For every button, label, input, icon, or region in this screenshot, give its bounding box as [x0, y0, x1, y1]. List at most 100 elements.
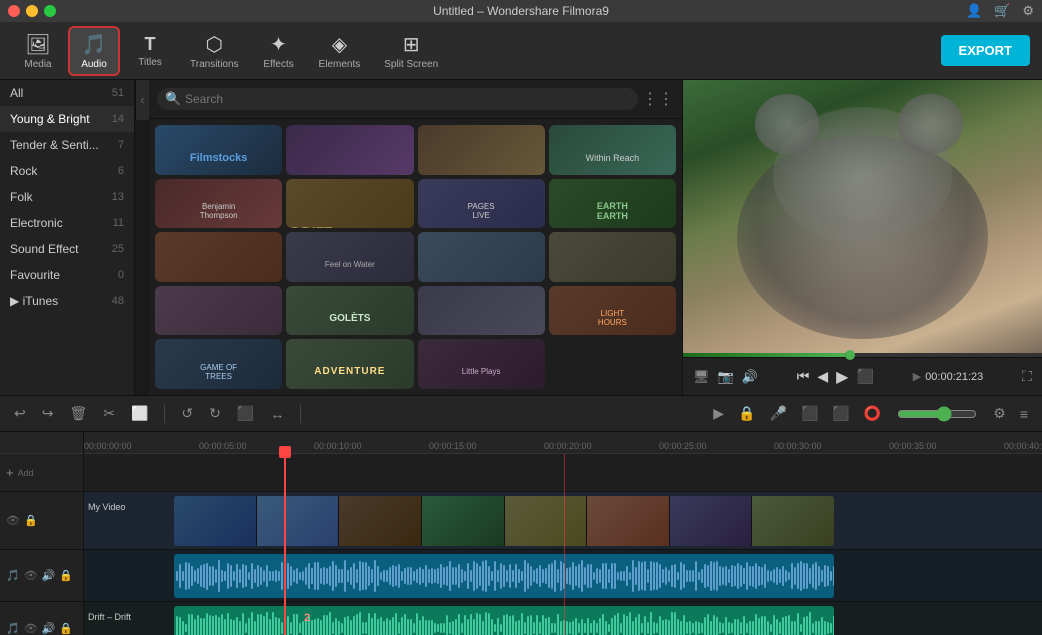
audio-card-filmstocks[interactable]: Filmstocks More Effects — [155, 125, 282, 175]
toolbar-item-effects[interactable]: ✦ Effects — [253, 28, 305, 74]
settings-timeline-button[interactable]: ⚙ — [989, 403, 1010, 424]
preview-progress-handle[interactable] — [845, 350, 855, 360]
volume-track2-icon[interactable]: 🔊 — [42, 622, 56, 635]
sidebar-collapse-button[interactable]: ‹ — [135, 80, 149, 120]
audio-track-2-content: 2 — [174, 606, 834, 635]
audio-card-garret1[interactable]: Garret...nfinite — [549, 232, 676, 282]
sidebar-item-itunes[interactable]: ▶ iTunes 48 — [0, 288, 134, 314]
zoom-slider[interactable] — [897, 406, 977, 422]
add-track-area[interactable]: + Add — [0, 454, 83, 492]
rotate-right-button[interactable]: ↻ — [205, 403, 225, 424]
drift-track-label: Drift – Drift — [84, 610, 135, 624]
sidebar-item-tender[interactable]: Tender & Senti... 7 — [0, 132, 134, 158]
close-button[interactable] — [8, 5, 20, 17]
lock-audio-icon[interactable]: 🔒 — [59, 569, 73, 582]
settings-icon[interactable]: ⚙ — [1022, 3, 1034, 19]
toolbar-item-transitions[interactable]: ⬡ Transitions — [180, 28, 249, 74]
audio-thumb-alway — [418, 125, 545, 175]
speed-button[interactable]: ↔ — [266, 404, 288, 424]
rotate-left-button[interactable]: ↺ — [177, 403, 197, 424]
audio-thumb-lady — [418, 286, 545, 336]
window-title: Untitled – Wondershare Filmora9 — [433, 4, 609, 18]
eye-icon[interactable]: 👁 — [6, 514, 20, 527]
skip-back-button[interactable]: ⏮ — [797, 368, 810, 385]
eye-audio2-icon[interactable]: 👁 — [24, 622, 38, 635]
sidebar-item-sound-effect[interactable]: Sound Effect 25 — [0, 236, 134, 262]
grid-options-icon[interactable]: ⋮⋮ — [642, 89, 674, 109]
export-button[interactable]: EXPORT — [941, 35, 1030, 66]
volume-icon[interactable]: 🔊 — [742, 369, 758, 385]
preview-progress-bar[interactable] — [683, 353, 1042, 357]
audio-thumb-feet: Feel on Water — [286, 232, 413, 282]
toolbar-item-elements[interactable]: ◈ Elements — [309, 28, 371, 74]
loop-button[interactable]: ⭕ — [860, 403, 885, 424]
toolbar-item-titles[interactable]: T Titles — [124, 30, 176, 72]
audio-card-row4b[interactable]: GAME OFTREES — [155, 339, 282, 389]
detach-button[interactable]: ⬛ — [828, 403, 853, 424]
screen-icon[interactable]: 🖥 — [693, 369, 710, 385]
preview-video-area — [683, 80, 1042, 353]
timeline-right-tools: ▶ 🔒 🎤 ⬛ ⬛ ⭕ ⚙ ≡ — [709, 403, 1032, 424]
video-track-content[interactable] — [174, 496, 834, 546]
step-back-button[interactable]: ◀ — [817, 368, 828, 385]
toolbar-item-audio[interactable]: 🎵 Audio — [68, 26, 120, 76]
audio-card-row4d[interactable]: Little Plays — [418, 339, 545, 389]
crop-button[interactable]: ⬜ — [127, 403, 152, 424]
sidebar-item-young-bright[interactable]: Young & Bright 14 — [0, 106, 134, 132]
audio-card-drift1[interactable]: DRIFT Drift – D — [286, 179, 413, 229]
maximize-button[interactable] — [44, 5, 56, 17]
delete-button[interactable]: 🗑 — [65, 403, 91, 424]
sidebar-item-rock[interactable]: Rock 6 — [0, 158, 134, 184]
audio-card-lady[interactable]: Lady...nd Sky — [418, 286, 545, 336]
redo-button[interactable]: ↪ — [38, 403, 58, 424]
audio-card-verve[interactable]: A-GR... Verve — [286, 125, 413, 175]
audio-card-reach[interactable]: Within Reach Alway...Reach — [549, 125, 676, 175]
window-controls[interactable] — [8, 5, 56, 17]
audio-track-1[interactable]: // Generate waveform bars — [84, 550, 1042, 602]
lock-audio2-icon[interactable]: 🔒 — [59, 622, 73, 635]
cart-icon[interactable]: 🛒 — [994, 3, 1010, 19]
audio-card-benja[interactable]: BenjaminThompson Benja...Lullaby — [155, 179, 282, 229]
video-track[interactable]: My Video — [84, 492, 1042, 550]
volume-track-icon[interactable]: 🔊 — [42, 569, 56, 582]
audio-card-earth[interactable]: EARTHEARTH Earth...mories — [549, 179, 676, 229]
audio-card-alway[interactable]: Alway...orever — [418, 125, 545, 175]
more-button[interactable]: ≡ — [1016, 404, 1032, 424]
toolbar-item-media[interactable]: 🖼 Media — [12, 28, 64, 74]
stop-button[interactable]: ⬛ — [856, 368, 873, 385]
fullscreen-icon[interactable]: ⛶ — [1022, 368, 1032, 385]
sidebar-item-all[interactable]: All 51 — [0, 80, 134, 106]
audio-card-gole[interactable]: GOLÈTS GOLE...Slaves — [286, 286, 413, 336]
user-icon[interactable]: 👤 — [966, 3, 982, 19]
sidebar-item-electronic[interactable]: Electronic 11 — [0, 210, 134, 236]
lock-button[interactable]: 🔒 — [734, 403, 759, 424]
eye-audio-icon[interactable]: 👁 — [24, 569, 38, 582]
audio-card-row4c[interactable]: ADVENTURE — [286, 339, 413, 389]
sidebar-item-favourite[interactable]: Favourite 0 — [0, 262, 134, 288]
audio-card-feet2[interactable]: Feet o...wn — [418, 232, 545, 282]
play-button[interactable]: ▶ — [836, 367, 848, 387]
undo-button[interactable]: ↩ — [10, 403, 30, 424]
lock-track-icon[interactable]: 🔒 — [24, 514, 38, 527]
sidebar-item-folk[interactable]: Folk 13 — [0, 184, 134, 210]
search-input[interactable] — [157, 88, 638, 110]
audio-thumb-row4a: LIGHTHOURS — [549, 286, 676, 336]
time-mark-0: 00:00:00:00 — [84, 441, 132, 451]
split-button[interactable]: ⬛ — [233, 403, 258, 424]
mic-button[interactable]: 🎤 — [766, 403, 791, 424]
audio-card-eldar[interactable]: Eldar...And Me — [155, 232, 282, 282]
toolbar-item-splitscreen[interactable]: ⊞ Split Screen — [374, 28, 448, 74]
audio-card-drift2[interactable]: PAGESLIVE Drift –...s Turn — [418, 179, 545, 229]
audio-card-row4a[interactable]: LIGHTHOURS — [549, 286, 676, 336]
ruler-label-spacer — [0, 432, 83, 454]
audio-card-garret2[interactable]: Garret...r Dust — [155, 286, 282, 336]
cut-button[interactable]: ✂ — [99, 403, 119, 424]
audio-card-feet[interactable]: Feel on Water Feet...Moment — [286, 232, 413, 282]
camera-icon[interactable]: 📷 — [718, 369, 734, 385]
play-timeline-button[interactable]: ▶ — [709, 403, 728, 424]
audio-track-2[interactable]: Drift – Drift 2 — [84, 602, 1042, 635]
preview-time-area: ▶ 00:00:21:23 — [913, 370, 984, 383]
snap-button[interactable]: ⬛ — [797, 403, 822, 424]
minimize-button[interactable] — [26, 5, 38, 17]
audio-icon: 🎵 — [82, 32, 107, 57]
